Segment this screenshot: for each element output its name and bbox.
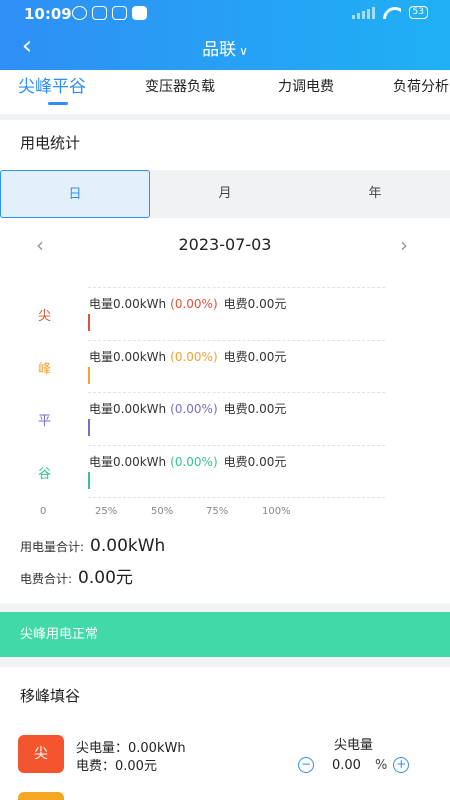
period-month-button[interactable]: 月: [150, 170, 300, 218]
energy-label: 电量0.00kWh: [89, 455, 167, 469]
page-title-text: 品联: [202, 40, 237, 60]
cost-total-value: 0.00元: [78, 568, 133, 588]
chevron-left-icon: ‹: [36, 233, 44, 257]
top-bar: 10:09 53 ‹ 品联 ∨: [0, 0, 450, 70]
status-notification-icons: [72, 6, 147, 20]
tab-bar: 尖峰平谷 变压器负载 力调电费 负荷分析: [0, 70, 450, 114]
app-notification-icon: [92, 6, 107, 20]
selected-date[interactable]: 2023-07-03: [0, 232, 450, 258]
plus-icon: +: [396, 757, 407, 771]
tab-load-analysis[interactable]: 负荷分析: [393, 70, 449, 114]
chevron-right-icon: ›: [400, 233, 408, 257]
chart-row: 尖 电量0.00kWh (0.00%) 电费0.00元: [0, 287, 450, 339]
cost-total-label: 电费合计:: [20, 572, 73, 586]
chevron-down-icon: ∨: [239, 44, 248, 58]
x-tick-label: 50%: [151, 506, 174, 517]
chart-bar: [88, 314, 90, 331]
energy-label: 电量0.00kWh: [89, 402, 167, 416]
data-label: 电量0.00kWh (0.00%) 电费0.00元: [89, 295, 286, 312]
chart-bar: [88, 367, 90, 384]
battery-icon: 53: [408, 6, 428, 19]
percent-label: (0.00%): [170, 402, 218, 416]
status-time: 10:09: [24, 5, 72, 23]
prev-date-button[interactable]: ‹: [36, 232, 44, 258]
energy-label: 电量0.00kWh: [89, 350, 167, 364]
page-title[interactable]: 品联 ∨: [0, 35, 450, 60]
peak-shift-title: 移峰填谷: [20, 687, 81, 705]
tab-active-indicator: [48, 102, 68, 105]
cost-label: 电费0.00元: [223, 297, 287, 311]
x-tick-label: 0: [40, 506, 47, 517]
wifi-icon: [383, 7, 401, 19]
x-tick-label: 100%: [262, 506, 291, 517]
period-day-button[interactable]: 日: [0, 170, 150, 218]
chart-row: 谷 电量0.00kWh (0.00%) 电费0.00元: [0, 445, 450, 497]
peak-energy-text: 尖电量：0.00kWh: [76, 741, 186, 756]
x-tick-label: 25%: [95, 506, 118, 517]
energy-total-value: 0.00kWh: [90, 536, 166, 556]
cost-label: 电费0.00元: [223, 455, 287, 469]
data-label: 电量0.00kWh (0.00%) 电费0.00元: [89, 400, 286, 417]
period-selector: 日 月 年: [0, 170, 450, 218]
tab-transformer-load[interactable]: 变压器负载: [145, 70, 215, 114]
chart-bar: [88, 419, 90, 436]
chart-gridline: [88, 392, 385, 393]
decrease-button[interactable]: −: [298, 757, 314, 773]
peak-badge: 尖: [18, 735, 64, 773]
chart-x-axis: 0 25% 50% 75% 100%: [0, 506, 450, 520]
chart-bar: [88, 472, 90, 489]
chart-gridline: [88, 340, 385, 341]
peak-status-banner: 尖峰用电正常: [0, 612, 450, 657]
energy-label: 电量0.00kWh: [89, 297, 167, 311]
peak-control-label: 尖电量: [334, 738, 374, 753]
app-notification-icon: [132, 6, 147, 20]
tab-power-factor-fee[interactable]: 力调电费: [278, 70, 334, 114]
date-navigator: 2023-07-03 ‹ ›: [0, 232, 450, 258]
category-label: 平: [38, 414, 52, 429]
chart-row: 峰 电量0.00kWh (0.00%) 电费0.00元: [0, 340, 450, 392]
cost-label: 电费0.00元: [223, 350, 287, 364]
period-year-button[interactable]: 年: [300, 170, 450, 218]
energy-total: 用电量合计: 0.00kWh: [20, 536, 165, 556]
peak-percent-stepper: − 0.00 % +: [298, 756, 410, 774]
chart-gridline: [88, 445, 385, 446]
percent-label: (0.00%): [170, 455, 218, 469]
app-notification-icon: [112, 6, 127, 20]
chart-row: 平 电量0.00kWh (0.00%) 电费0.00元: [0, 392, 450, 444]
category-label: 谷: [38, 467, 52, 482]
x-tick-label: 75%: [206, 506, 229, 517]
status-bar: 10:09 53: [0, 0, 450, 28]
energy-total-label: 用电量合计:: [20, 540, 85, 554]
percent-label: (0.00%): [170, 350, 218, 364]
percent-unit: %: [374, 757, 388, 773]
chart-gridline: [88, 497, 385, 498]
status-system-icons: 53: [351, 6, 428, 19]
minus-icon: −: [300, 757, 312, 771]
cost-total: 电费合计: 0.00元: [20, 563, 133, 588]
signal-icon: [351, 6, 375, 19]
peak-percent-input[interactable]: 0.00: [332, 758, 361, 773]
percent-label: (0.00%): [170, 297, 218, 311]
usage-section-title: 用电统计: [20, 134, 81, 152]
tab-peak-valley[interactable]: 尖峰平谷: [18, 70, 86, 114]
category-label: 峰: [38, 362, 52, 377]
data-label: 电量0.00kWh (0.00%) 电费0.00元: [89, 348, 286, 365]
peak-cost-text: 电费：0.00元: [76, 759, 157, 774]
next-date-button[interactable]: ›: [400, 232, 408, 258]
increase-button[interactable]: +: [393, 757, 410, 773]
data-label: 电量0.00kWh (0.00%) 电费0.00元: [89, 453, 286, 470]
next-item-badge: [18, 792, 64, 800]
category-label: 尖: [38, 309, 52, 324]
mute-icon: [72, 6, 87, 20]
cost-label: 电费0.00元: [223, 402, 287, 416]
chart-gridline: [88, 287, 385, 288]
